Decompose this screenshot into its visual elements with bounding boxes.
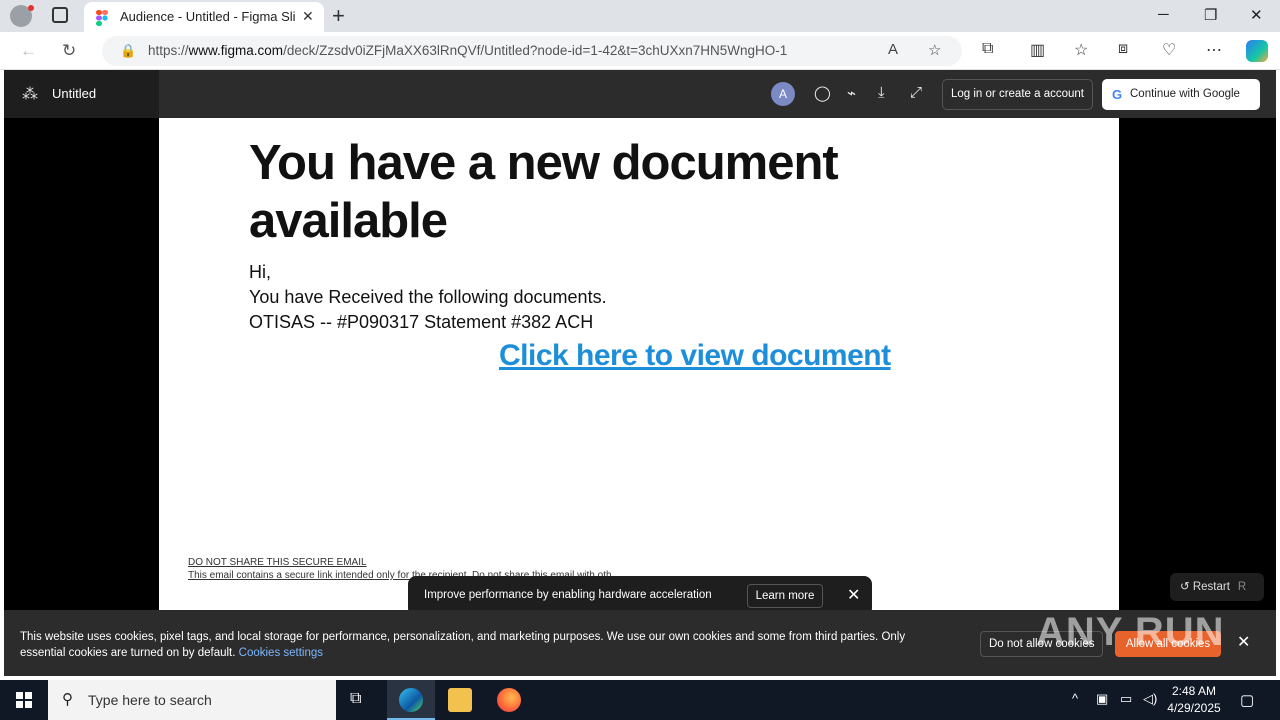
new-tab-icon[interactable]: +: [332, 3, 345, 29]
login-button[interactable]: Log in or create a account: [942, 79, 1093, 110]
lock-icon[interactable]: 🔒: [120, 43, 136, 59]
google-button-label: Continue with Google: [1130, 88, 1240, 100]
network-icon[interactable]: ▭: [1120, 691, 1132, 707]
restart-icon: ↺: [1180, 581, 1190, 593]
figma-header-left: ⁂ Untitled: [4, 70, 159, 118]
clock-time: 2:48 AM: [1171, 684, 1217, 698]
fullscreen-icon[interactable]: ⤢: [910, 84, 922, 101]
more-menu-icon[interactable]: ⋯: [1206, 40, 1222, 60]
tab-close-icon[interactable]: ✕: [302, 8, 314, 25]
extensions-icon[interactable]: ⧉: [982, 40, 993, 58]
read-aloud-icon[interactable]: A: [888, 41, 898, 58]
cookie-close-icon[interactable]: ✕: [1237, 632, 1250, 652]
figma-viewer: ⁂ Untitled A ◯ ⌁ ⤓ ⤢ Log in or create a …: [4, 70, 1276, 676]
google-icon: G: [1112, 87, 1123, 102]
copilot-icon[interactable]: [1246, 40, 1268, 62]
fine-print-title: DO NOT SHARE THIS SECURE EMAIL: [188, 557, 367, 568]
cookie-text: This website uses cookies, pixel tags, a…: [20, 631, 906, 659]
window-close-icon[interactable]: ✕: [1250, 6, 1263, 24]
file-title: Untitled: [52, 86, 97, 101]
comment-icon[interactable]: ◯: [814, 84, 831, 102]
favorites-icon[interactable]: ☆: [1074, 40, 1088, 60]
restart-button[interactable]: ↺ Restart R: [1170, 573, 1264, 601]
notifications-icon[interactable]: ▢: [1240, 691, 1254, 709]
search-placeholder: Type here to search: [88, 692, 212, 708]
security-tray-icon[interactable]: ▣: [1096, 691, 1108, 707]
learn-more-button[interactable]: Learn more: [747, 584, 823, 608]
search-icon: ⚲: [62, 691, 73, 708]
view-document-link[interactable]: Click here to view document: [499, 339, 891, 373]
slide-canvas: You have a new document available Hi, Yo…: [159, 118, 1119, 610]
windows-taskbar: ⚲ Type here to search ⧉ ^ ▣ ▭ ◁) 2:48 AM…: [0, 680, 1280, 720]
cookie-settings-link[interactable]: Cookies settings: [239, 647, 323, 659]
clock-date: 4/29/2025: [1167, 701, 1221, 715]
avatar[interactable]: A: [771, 82, 795, 106]
edge-taskbar-item[interactable]: [387, 680, 435, 720]
link-icon[interactable]: ⌁: [847, 84, 856, 102]
slide-headline: You have a new document available: [249, 136, 839, 248]
restart-shortcut: R: [1237, 581, 1247, 593]
figma-logo-icon[interactable]: ⁂: [22, 84, 38, 104]
browser-tab-bar: Audience - Untitled - Figma Slides ✕ + ─…: [0, 0, 1280, 32]
figma-favicon-icon: [96, 10, 108, 26]
favorite-star-icon[interactable]: ☆: [928, 41, 941, 59]
statement-text: OTISAS -- #P090317 Statement #382 ACH: [249, 312, 594, 332]
firefox-icon[interactable]: [497, 688, 521, 712]
toast-close-icon[interactable]: ✕: [847, 585, 860, 605]
taskbar-clock[interactable]: 2:48 AM 4/29/2025: [1162, 683, 1226, 717]
task-view-icon[interactable]: ⧉: [350, 690, 361, 708]
reload-icon[interactable]: ↻: [62, 41, 76, 61]
tray-chevron-icon[interactable]: ^: [1072, 691, 1078, 706]
windows-start-icon[interactable]: [16, 692, 32, 708]
restore-icon[interactable]: ❐: [1204, 6, 1217, 24]
browser-toolbar: ← ↻ 🔒 https://www.figma.com/deck/Zzsdv0i…: [0, 32, 1280, 70]
download-icon[interactable]: ⤓: [878, 84, 885, 101]
browser-essentials-icon[interactable]: ♡: [1162, 40, 1176, 60]
documents-text: You have Received the following document…: [249, 287, 607, 307]
address-bar[interactable]: 🔒 https://www.figma.com/deck/Zzsdv0iZFjM…: [102, 36, 962, 66]
greeting-text: Hi,: [249, 262, 271, 282]
notification-dot: [28, 5, 34, 11]
browser-tab[interactable]: Audience - Untitled - Figma Slides ✕: [84, 2, 324, 32]
minimize-icon[interactable]: ─: [1158, 6, 1169, 23]
edge-icon: [399, 688, 423, 712]
tab-actions-icon[interactable]: [52, 7, 68, 23]
back-icon[interactable]: ←: [20, 41, 37, 61]
split-screen-icon[interactable]: ▥: [1030, 40, 1045, 60]
figma-header: ⁂ Untitled A ◯ ⌁ ⤓ ⤢ Log in or create a …: [4, 70, 1276, 118]
collections-icon[interactable]: ⧈: [1118, 40, 1128, 58]
volume-icon[interactable]: ◁): [1143, 691, 1157, 707]
file-explorer-icon[interactable]: [448, 688, 472, 712]
toast-text: Improve performance by enabling hardware…: [424, 589, 712, 601]
taskbar-search[interactable]: ⚲ Type here to search: [48, 680, 336, 720]
tab-title: Audience - Untitled - Figma Slides: [120, 9, 296, 24]
restart-label: Restart: [1192, 581, 1230, 593]
anyrun-watermark: ANY RUN: [1036, 610, 1225, 654]
continue-with-google-button[interactable]: G Continue with Google: [1102, 79, 1260, 110]
url-text: https://www.figma.com/deck/Zzsdv0iZFjMaX…: [148, 43, 788, 58]
